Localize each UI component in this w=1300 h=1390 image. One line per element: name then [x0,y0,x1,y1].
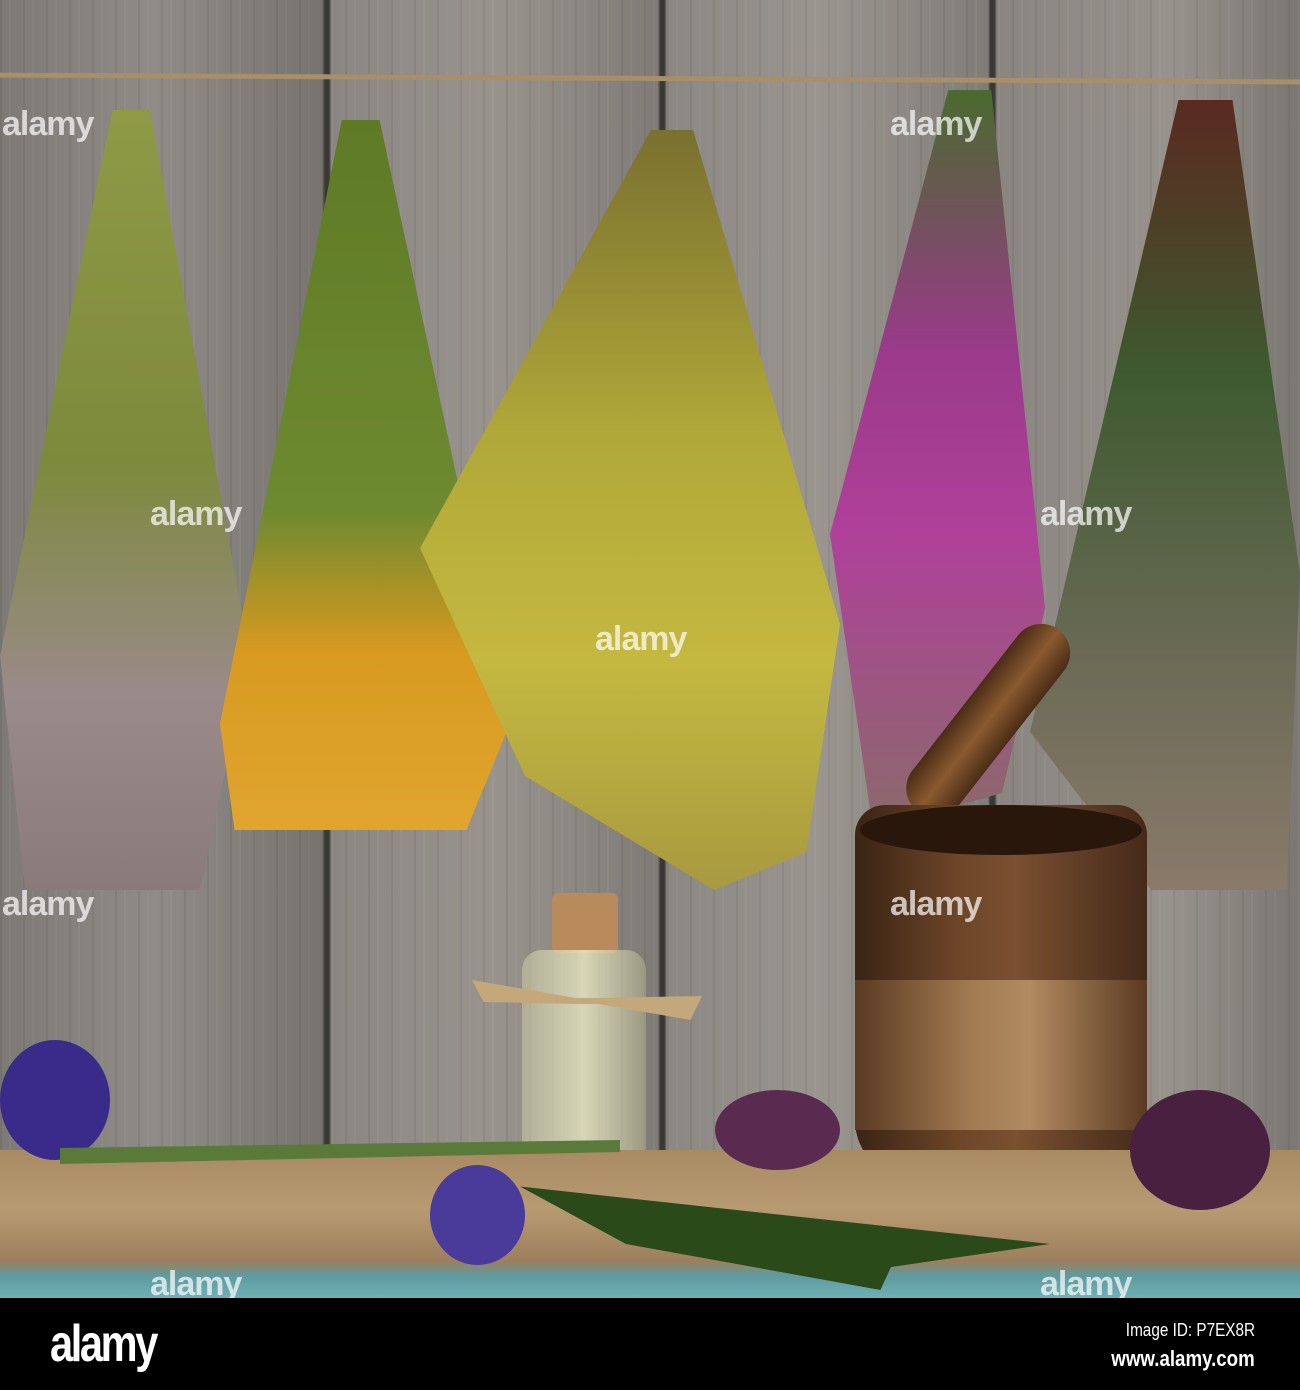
watermark: alamy [2,885,94,923]
watermark: alamy [1040,495,1132,533]
carved-band [855,980,1147,1130]
alamy-logo: alamy [50,1315,158,1373]
alamy-footer: alamy Image ID: P7EX8R www.alamy.com [0,1298,1300,1390]
stock-photo: alamy alamy alamy alamy alamy alamy alam… [0,0,1300,1390]
image-id: Image ID: P7EX8R [1125,1320,1255,1340]
oil-bottle [522,950,646,1160]
chive-flower [1130,1090,1270,1210]
watermark: alamy [890,885,982,923]
site-url: www.alamy.com [1111,1346,1255,1371]
watermark: alamy [890,105,982,143]
watermark: alamy [2,105,94,143]
watermark: alamy [150,495,242,533]
wooden-mortar [855,805,1147,1180]
watermark: alamy [150,1265,242,1298]
larkspur-flowers [0,1040,110,1160]
watermark: alamy [1040,1265,1132,1298]
chive-flower [715,1090,840,1170]
veronica-flowers [430,1165,525,1265]
cork-stopper [552,893,618,953]
herbs-photo: alamy alamy alamy alamy alamy alamy alam… [0,0,1300,1298]
watermark: alamy [595,620,687,658]
